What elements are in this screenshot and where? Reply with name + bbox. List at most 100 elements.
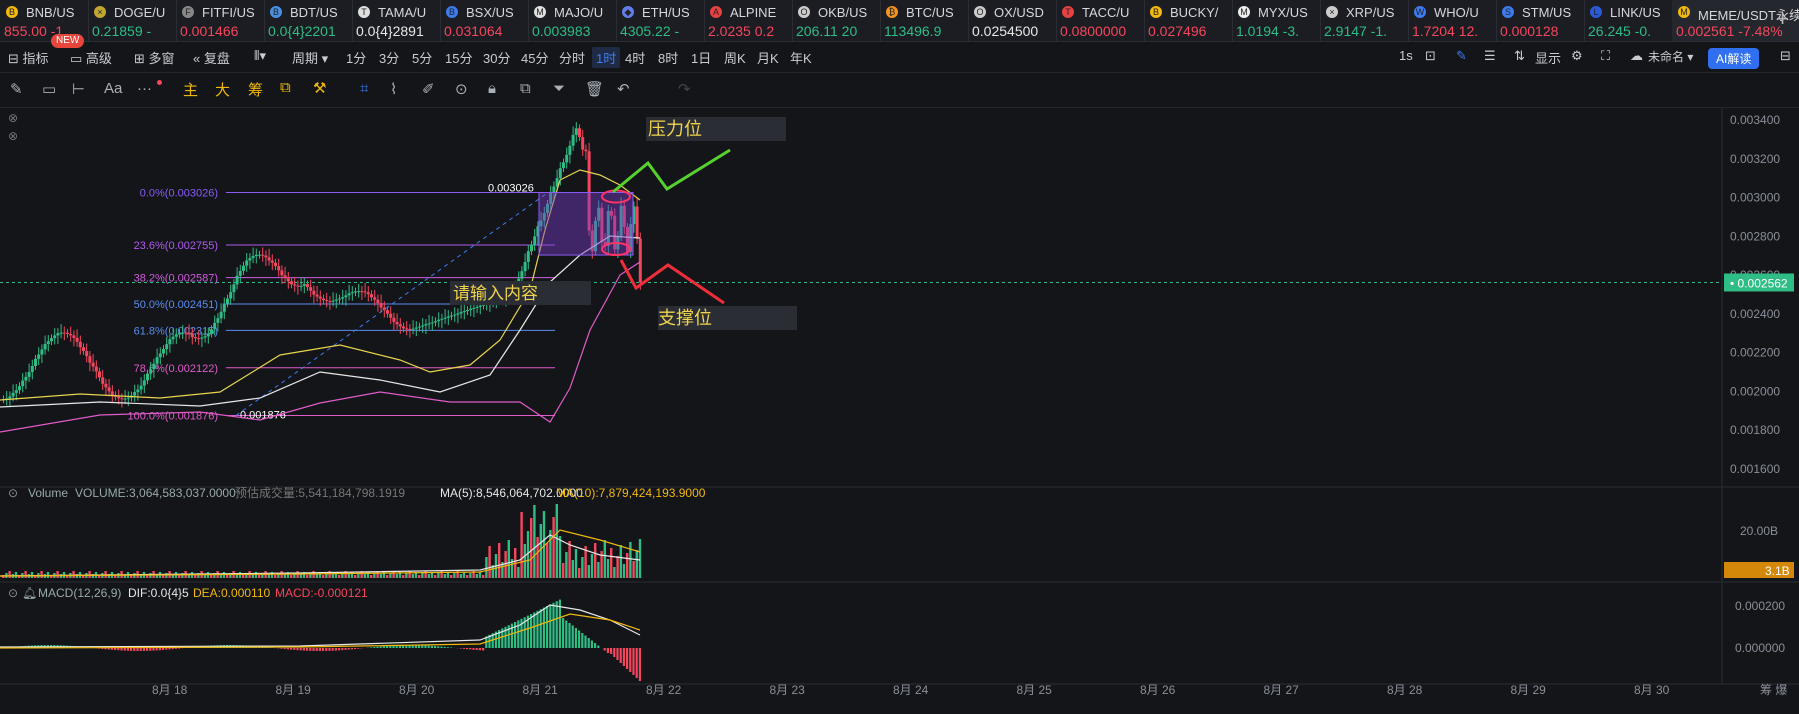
candle-body [405,328,409,330]
date-label: 8月 20 [399,683,435,697]
candle-body [584,149,588,152]
macd-bar [158,648,161,651]
candle-body [635,206,639,239]
volume-bar [462,572,466,578]
macd-dea: DEA:0.000110 [193,586,270,600]
macd-bar [568,623,571,648]
candle-body [389,313,393,318]
macd-bar [629,648,632,672]
volume-bar [386,575,389,578]
macd-bar [286,648,289,650]
candle-body [190,334,194,338]
volume-bar [520,512,523,578]
volume-bar [568,541,571,578]
macd-bar [421,645,424,648]
candle-body [110,391,114,396]
candle-body [165,344,169,350]
macd-bar [146,648,149,651]
date-label: 8月 19 [276,683,312,697]
volume-bar [194,575,197,578]
candle-body [402,326,405,329]
candle-body [411,328,415,330]
macd-bar [174,648,177,649]
volume-bar [331,574,334,578]
macd-bar [379,646,382,648]
candle-body [574,128,578,135]
macd-bar [578,630,581,648]
volume-bar [558,536,562,578]
macd-bar [312,648,315,651]
candle-body [267,257,271,261]
candle-body [152,363,156,370]
price-chart[interactable]: 0.0034000.0032000.0030000.0028000.002600… [0,0,1799,714]
candle-body [187,332,191,335]
volume-forecast: 预估成交量:5,541,184,798.1919 [235,485,405,500]
volume-bar [562,563,565,578]
candle-body [277,266,281,271]
candle-body [149,369,153,374]
macd-bar [443,646,446,648]
candle-body [334,299,338,301]
candle-body [418,326,421,328]
volume-bar [421,573,424,578]
candle-body [293,284,297,286]
volume-bar [629,542,632,578]
candle-body [286,278,290,282]
price-tick: 0.001600 [1730,462,1780,476]
candle-body [306,284,309,288]
candle-body [219,311,223,319]
candle-body [226,298,229,304]
candle-body [363,291,367,293]
macd-bar [427,645,430,648]
volume-bar [574,549,578,578]
fib-high-label: 0.003026 [488,183,534,195]
macd-bar [120,648,123,651]
macd-bar [165,648,168,650]
candle-body [117,396,121,399]
candle-body [232,284,236,293]
volume-bar [427,574,430,578]
candle-body [34,358,37,367]
candle-body [245,260,249,266]
candle-body [347,293,351,296]
macd-bar [290,648,293,650]
volume-bar [478,572,482,578]
macd-bar [571,625,574,648]
candle-body [430,322,434,324]
candle-body [56,333,60,336]
candle-body [24,376,28,381]
candle-body [101,377,105,384]
macd-bar [315,648,318,651]
candle-body [50,338,53,342]
candle-body [69,334,73,336]
candle-body [350,292,354,294]
volume-bar [379,574,382,578]
volume-bar [242,575,245,578]
volume-bar [290,575,293,578]
macd-bar [114,648,117,651]
candle-body [478,305,482,307]
volume-bar [581,557,584,578]
macd-bar [635,648,638,678]
macd-bar [117,648,120,651]
bell-icon: 🔔︎ [22,586,37,600]
fib-level-label: 38.2%(0.002587) [134,273,218,285]
candle-body [366,292,370,295]
candle-body [299,285,303,287]
candle-body [235,275,239,285]
volume-bar [610,548,613,578]
candle-body [251,256,255,259]
bullish-path [612,148,731,194]
macd-bar [606,648,609,653]
candle-body [11,392,15,397]
volume-bar [370,575,373,578]
candle-body [62,332,66,334]
macd-bar [446,647,449,648]
candle-body [120,398,124,400]
volume-bar [178,575,181,578]
volume-bar [72,571,75,578]
candle-body [98,371,101,378]
volume-bar [395,574,398,578]
candle-body [290,281,293,285]
candle-body [424,324,428,326]
